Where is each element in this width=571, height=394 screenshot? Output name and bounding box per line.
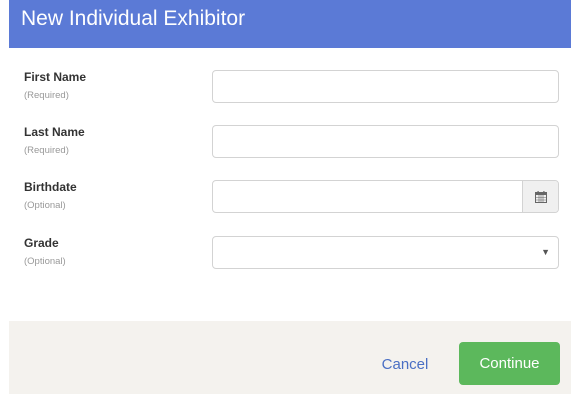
birthdate-hint: (Optional) — [24, 200, 66, 211]
birthdate-label: Birthdate — [24, 180, 77, 194]
first-name-row: First Name (Required) — [9, 70, 571, 110]
dialog-footer: Cancel Continue — [9, 321, 571, 394]
new-exhibitor-dialog: New Individual Exhibitor First Name (Req… — [9, 0, 571, 394]
birthdate-field — [212, 180, 559, 213]
birthdate-row: Birthdate (Optional) — [9, 180, 571, 220]
cancel-button[interactable]: Cancel — [369, 347, 441, 381]
grade-hint: (Optional) — [24, 256, 66, 267]
grade-row: Grade (Optional) ▼ — [9, 236, 571, 276]
last-name-row: Last Name (Required) — [9, 125, 571, 165]
last-name-label: Last Name — [24, 125, 85, 139]
birthdate-input[interactable] — [213, 181, 523, 212]
dialog-title: New Individual Exhibitor — [21, 7, 246, 30]
last-name-hint: (Required) — [24, 145, 69, 156]
first-name-input[interactable] — [212, 70, 559, 103]
first-name-hint: (Required) — [24, 90, 69, 101]
first-name-label: First Name — [24, 70, 87, 84]
continue-button[interactable]: Continue — [459, 342, 560, 385]
calendar-icon — [534, 190, 547, 203]
last-name-input[interactable] — [212, 125, 559, 158]
dialog-header: New Individual Exhibitor — [9, 0, 571, 48]
grade-select[interactable]: ▼ — [212, 236, 559, 269]
grade-label: Grade — [24, 236, 59, 250]
caret-down-icon: ▼ — [541, 247, 550, 257]
date-picker-button[interactable] — [522, 181, 558, 212]
